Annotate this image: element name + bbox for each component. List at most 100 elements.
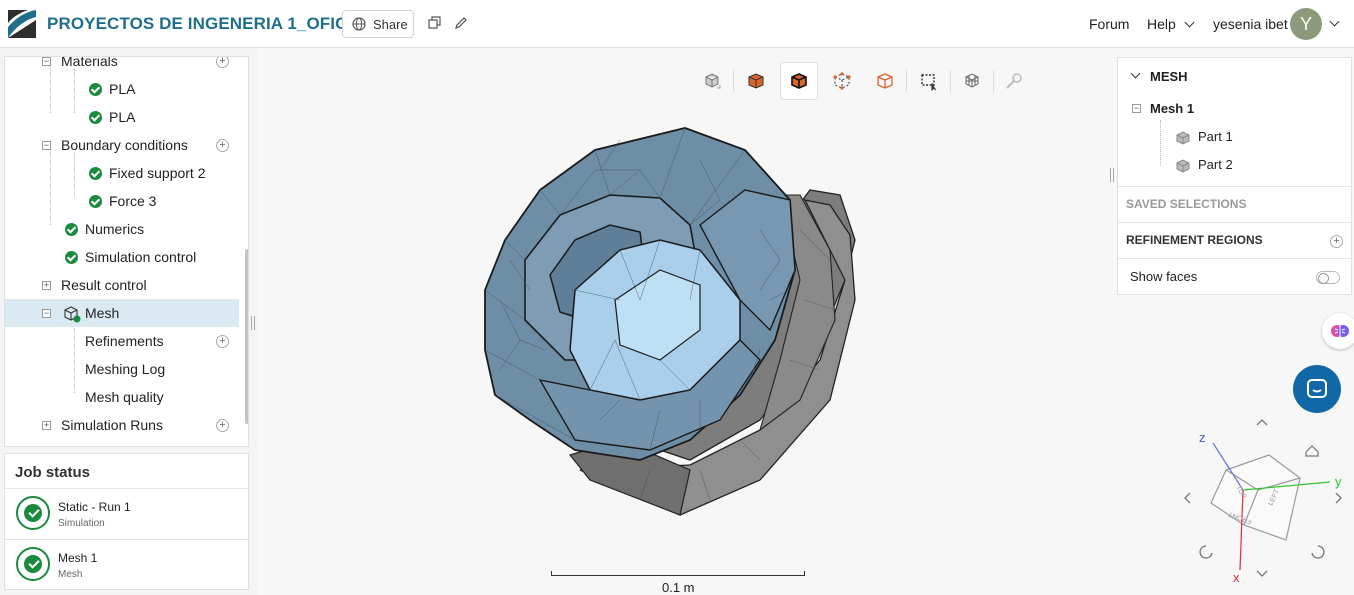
divider	[950, 70, 951, 92]
chat-support-button[interactable]	[1293, 365, 1341, 413]
collapse-icon[interactable]: −	[42, 57, 51, 66]
job-name: Static - Run 1	[58, 500, 131, 514]
tree-item-meshing-log[interactable]: Meshing Log	[5, 355, 239, 383]
refinement-regions-label: REFINEMENT REGIONS	[1126, 233, 1263, 247]
rotate-ccw-icon[interactable]	[1199, 545, 1213, 559]
duplicate-icon[interactable]	[428, 16, 442, 30]
expand-icon[interactable]: +	[42, 280, 51, 290]
tree-item-label: PLA	[109, 109, 136, 125]
points-view-button[interactable]	[823, 62, 861, 100]
mesh-panel-header[interactable]: MESH	[1118, 68, 1351, 88]
probe-icon	[1006, 73, 1022, 89]
tree-item-label: Fixed support 2	[109, 165, 206, 181]
tree-item-label: PLA	[109, 81, 136, 97]
forum-link[interactable]: Forum	[1089, 16, 1129, 32]
user-name[interactable]: yesenia ibet	[1213, 16, 1288, 32]
avatar[interactable]: Y	[1290, 8, 1322, 40]
view-cube[interactable]	[1210, 454, 1301, 541]
rotate-down-icon[interactable]	[1256, 570, 1268, 577]
box-select-button[interactable]	[910, 62, 948, 100]
tree-item-pla-1[interactable]: PLA	[5, 75, 239, 103]
mesh-name: Mesh 1	[1150, 101, 1195, 116]
tree-item-materials[interactable]: − Materials +	[5, 56, 239, 75]
expand-icon[interactable]: +	[42, 420, 51, 430]
view-mode-button[interactable]	[693, 62, 731, 100]
add-icon[interactable]: +	[1330, 235, 1343, 248]
solid-edges-view-button[interactable]	[780, 62, 818, 100]
job-name: Mesh 1	[58, 551, 98, 565]
tree-scrollbar[interactable]	[245, 249, 248, 424]
tree-item-force[interactable]: Force 3	[5, 187, 239, 215]
help-menu[interactable]: Help	[1147, 16, 1195, 32]
wireframe-view-button[interactable]	[866, 62, 904, 100]
saved-selections-label: SAVED SELECTIONS	[1126, 197, 1247, 211]
divider	[1118, 186, 1351, 187]
tree-item-label: Meshing Log	[85, 361, 166, 377]
ai-assistant-button[interactable]	[1322, 313, 1354, 349]
tree-item-simulation-control[interactable]: Simulation control	[5, 243, 239, 271]
add-icon[interactable]: +	[216, 138, 229, 152]
tree-item-numerics[interactable]: Numerics	[5, 215, 239, 243]
orientation-gizmo[interactable]: z y x TOP LEFT FRONT	[1180, 412, 1354, 588]
tree-item-refinements[interactable]: Refinements +	[5, 327, 239, 355]
tree-item-result-control[interactable]: + Result control	[5, 271, 239, 299]
solid-view-button[interactable]	[737, 62, 775, 100]
user-menu-chevron-icon[interactable]	[1329, 16, 1340, 27]
axis-x-label: x	[1233, 570, 1240, 585]
check-circle-icon	[16, 547, 50, 581]
check-icon	[89, 82, 102, 96]
chat-icon	[1307, 379, 1327, 398]
part-item[interactable]: Part 2	[1118, 156, 1351, 178]
saved-selections-section[interactable]: SAVED SELECTIONS	[1118, 196, 1351, 216]
pencil-icon[interactable]	[454, 16, 468, 30]
tree-item-boundary-conditions[interactable]: − Boundary conditions +	[5, 131, 239, 159]
tree-item-fixed-support[interactable]: Fixed support 2	[5, 159, 239, 187]
add-icon[interactable]: +	[216, 334, 229, 348]
refinement-regions-section[interactable]: REFINEMENT REGIONS +	[1118, 232, 1351, 252]
rotate-right-icon[interactable]	[1335, 492, 1342, 504]
collapse-icon[interactable]: −	[1132, 104, 1141, 113]
tree-item-label: Materials	[61, 56, 118, 69]
rotate-cw-icon[interactable]	[1311, 545, 1325, 559]
mesh-model[interactable]	[470, 120, 870, 520]
part-label: Part 1	[1198, 129, 1233, 144]
part-item[interactable]: Part 1	[1118, 128, 1351, 150]
mesh-tree-item[interactable]: − Mesh 1	[1118, 100, 1351, 122]
rotate-left-icon[interactable]	[1184, 492, 1191, 504]
project-title[interactable]: PROYECTOS DE INGENERIA 1_OFICIAL	[47, 14, 375, 34]
points-cube-icon	[833, 72, 851, 90]
tree-item-label: Simulation Runs	[61, 417, 163, 433]
divider	[1118, 258, 1351, 259]
panel-resize-handle[interactable]	[251, 316, 255, 330]
add-icon[interactable]: +	[216, 418, 229, 432]
probe-button[interactable]	[995, 62, 1033, 100]
collapse-icon[interactable]: −	[42, 140, 51, 150]
rotate-up-icon[interactable]	[1256, 419, 1268, 426]
share-button[interactable]: Share	[342, 10, 414, 38]
scale-bar	[551, 571, 805, 576]
view-mode-icon	[705, 73, 721, 89]
part-cube-icon	[1176, 159, 1190, 173]
check-icon	[65, 250, 78, 264]
check-icon	[89, 166, 102, 180]
check-icon	[65, 222, 78, 236]
scale-label: 0.1 m	[662, 580, 695, 595]
check-icon	[89, 110, 102, 124]
mesh-select-icon	[965, 73, 979, 88]
tree-item-mesh[interactable]: − Mesh	[5, 299, 239, 327]
tree-item-simulation-runs[interactable]: + Simulation Runs +	[5, 411, 239, 439]
home-view-icon[interactable]	[1305, 445, 1319, 457]
tree-item-label: Numerics	[85, 221, 145, 237]
simscale-logo[interactable]	[6, 7, 38, 41]
job-type: Simulation	[58, 518, 105, 529]
collapse-icon[interactable]: −	[42, 308, 51, 318]
tree-item-pla-2[interactable]: PLA	[5, 103, 239, 131]
panel-resize-handle[interactable]	[1110, 168, 1114, 182]
show-faces-toggle[interactable]	[1316, 271, 1340, 284]
mesh-panel: MESH − Mesh 1 Part 1 Part 2 SAVED SELECT…	[1117, 57, 1352, 295]
divider	[1118, 222, 1351, 223]
mesh-select-button[interactable]	[953, 62, 991, 100]
mesh-icon	[64, 306, 81, 323]
tree-item-mesh-quality[interactable]: Mesh quality	[5, 383, 239, 411]
add-icon[interactable]: +	[216, 57, 229, 68]
